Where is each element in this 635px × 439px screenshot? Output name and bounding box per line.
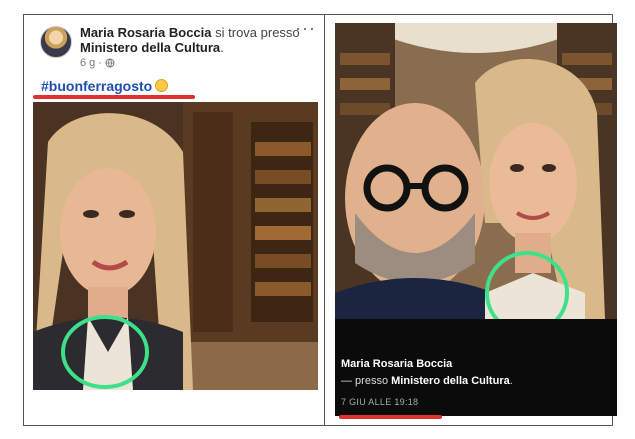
right-post: Maria Rosaria Boccia — presso Ministero …: [335, 23, 617, 416]
left-post: Maria Rosaria Boccia si trova presso Min…: [33, 19, 318, 390]
post-time[interactable]: 6 g: [80, 57, 95, 69]
hashtag-text: #buonferragosto: [41, 78, 153, 94]
caption-place-line: — presso Ministero della Cultura.: [341, 375, 513, 387]
library-selfie-image: [33, 102, 318, 390]
red-underline-highlight: [339, 415, 442, 419]
checkin-connector: si trova presso: [211, 25, 300, 40]
post-author-line: Maria Rosaria Boccia si trova presso Min…: [80, 25, 300, 55]
more-icon[interactable]: ···: [295, 19, 316, 37]
place-name[interactable]: Ministero della Cultura: [80, 40, 220, 55]
globe-icon: [105, 58, 115, 68]
smile-emoji-icon: [155, 79, 169, 92]
avatar[interactable]: [40, 26, 72, 58]
story-photo[interactable]: [335, 23, 617, 319]
caption-place[interactable]: Ministero della Cultura: [391, 375, 510, 387]
period: .: [220, 40, 224, 55]
story-caption: Maria Rosaria Boccia — presso Ministero …: [335, 319, 617, 416]
post-meta: 6 g ·: [80, 57, 115, 69]
selfie-with-minister-image: [335, 23, 617, 319]
red-underline-highlight: [33, 95, 195, 99]
place-prefix: — presso: [341, 375, 392, 387]
panel-divider: [324, 14, 325, 426]
hashtag[interactable]: #buonferragosto: [41, 78, 169, 94]
caption-author[interactable]: Maria Rosaria Boccia: [341, 358, 452, 370]
author-name[interactable]: Maria Rosaria Boccia: [80, 25, 212, 40]
meta-separator: ·: [98, 57, 102, 69]
post-photo[interactable]: [33, 102, 318, 390]
post-header: Maria Rosaria Boccia si trova presso Min…: [33, 19, 318, 70]
period: .: [509, 375, 513, 387]
caption-date: 7 GIU ALLE 19:18: [341, 397, 419, 407]
